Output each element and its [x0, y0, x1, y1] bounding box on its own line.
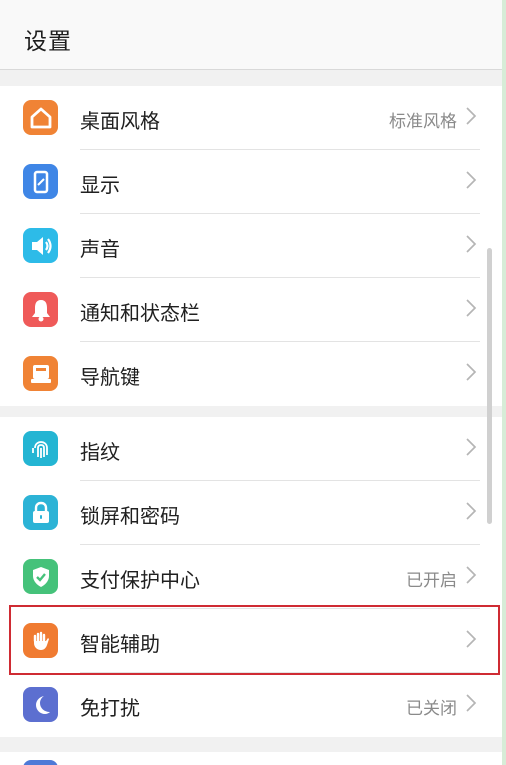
next-row-icon [23, 760, 58, 765]
settings-row-lock-screen-password[interactable]: 锁屏和密码 [0, 481, 502, 545]
chevron-right-icon [466, 630, 477, 648]
settings-row-sound[interactable]: 声音 [0, 214, 502, 278]
row-label-payment-protection: 支付保护中心 [80, 568, 200, 592]
section-gap [0, 737, 502, 752]
section-gap [0, 406, 502, 417]
home-icon [23, 100, 58, 135]
settings-row-display[interactable]: 显示 [0, 150, 502, 214]
chevron-right-icon [466, 566, 477, 584]
chevron-right-icon [466, 438, 477, 456]
navigation-keys-icon [23, 356, 58, 391]
row-label-do-not-disturb: 免打扰 [80, 696, 140, 720]
settings-row-fingerprint[interactable]: 指纹 [0, 417, 502, 481]
settings-row-desktop-style[interactable]: 桌面风格 标准风格 [0, 86, 502, 150]
phone-display-icon [23, 164, 58, 199]
chevron-right-icon [466, 363, 477, 381]
scrollbar[interactable] [487, 248, 492, 524]
row-value-desktop-style: 标准风格 [389, 112, 457, 132]
settings-header: 设置 [0, 0, 502, 70]
row-label-sound: 声音 [80, 237, 120, 261]
chevron-right-icon [466, 171, 477, 189]
shield-check-icon [23, 559, 58, 594]
fingerprint-icon [23, 431, 58, 466]
page-title: 设置 [24, 29, 72, 55]
chevron-right-icon [466, 694, 477, 712]
row-label-desktop-style: 桌面风格 [80, 109, 160, 133]
section-gap [0, 70, 502, 86]
row-label-lock-screen-password: 锁屏和密码 [80, 504, 180, 528]
row-label-notification-status-bar: 通知和状态栏 [80, 301, 200, 325]
settings-row-do-not-disturb[interactable]: 免打扰 已关闭 [0, 673, 502, 737]
screen-edge [502, 0, 506, 765]
settings-screen: 设置 桌面风格 标准风格 显示 声音 通知和状态栏 导航键 指纹 锁屏和密码 支… [0, 0, 502, 765]
settings-row-navigation-keys[interactable]: 导航键 [0, 342, 502, 406]
chevron-right-icon [466, 235, 477, 253]
row-label-navigation-keys: 导航键 [80, 365, 140, 389]
lock-icon [23, 495, 58, 530]
row-label-smart-assistance: 智能辅助 [80, 632, 160, 656]
settings-row-notification-status-bar[interactable]: 通知和状态栏 [0, 278, 502, 342]
chevron-right-icon [466, 502, 477, 520]
moon-icon [23, 687, 58, 722]
speaker-icon [23, 228, 58, 263]
next-settings-row[interactable] [0, 752, 502, 765]
settings-row-payment-protection[interactable]: 支付保护中心 已开启 [0, 545, 502, 609]
settings-row-smart-assistance[interactable]: 智能辅助 [0, 609, 502, 673]
bell-icon [23, 292, 58, 327]
row-value-payment-protection: 已开启 [406, 571, 457, 591]
row-label-display: 显示 [80, 173, 120, 197]
chevron-right-icon [466, 299, 477, 317]
chevron-right-icon [466, 107, 477, 125]
hand-icon [23, 623, 58, 658]
row-label-fingerprint: 指纹 [80, 440, 120, 464]
row-value-do-not-disturb: 已关闭 [406, 699, 457, 719]
